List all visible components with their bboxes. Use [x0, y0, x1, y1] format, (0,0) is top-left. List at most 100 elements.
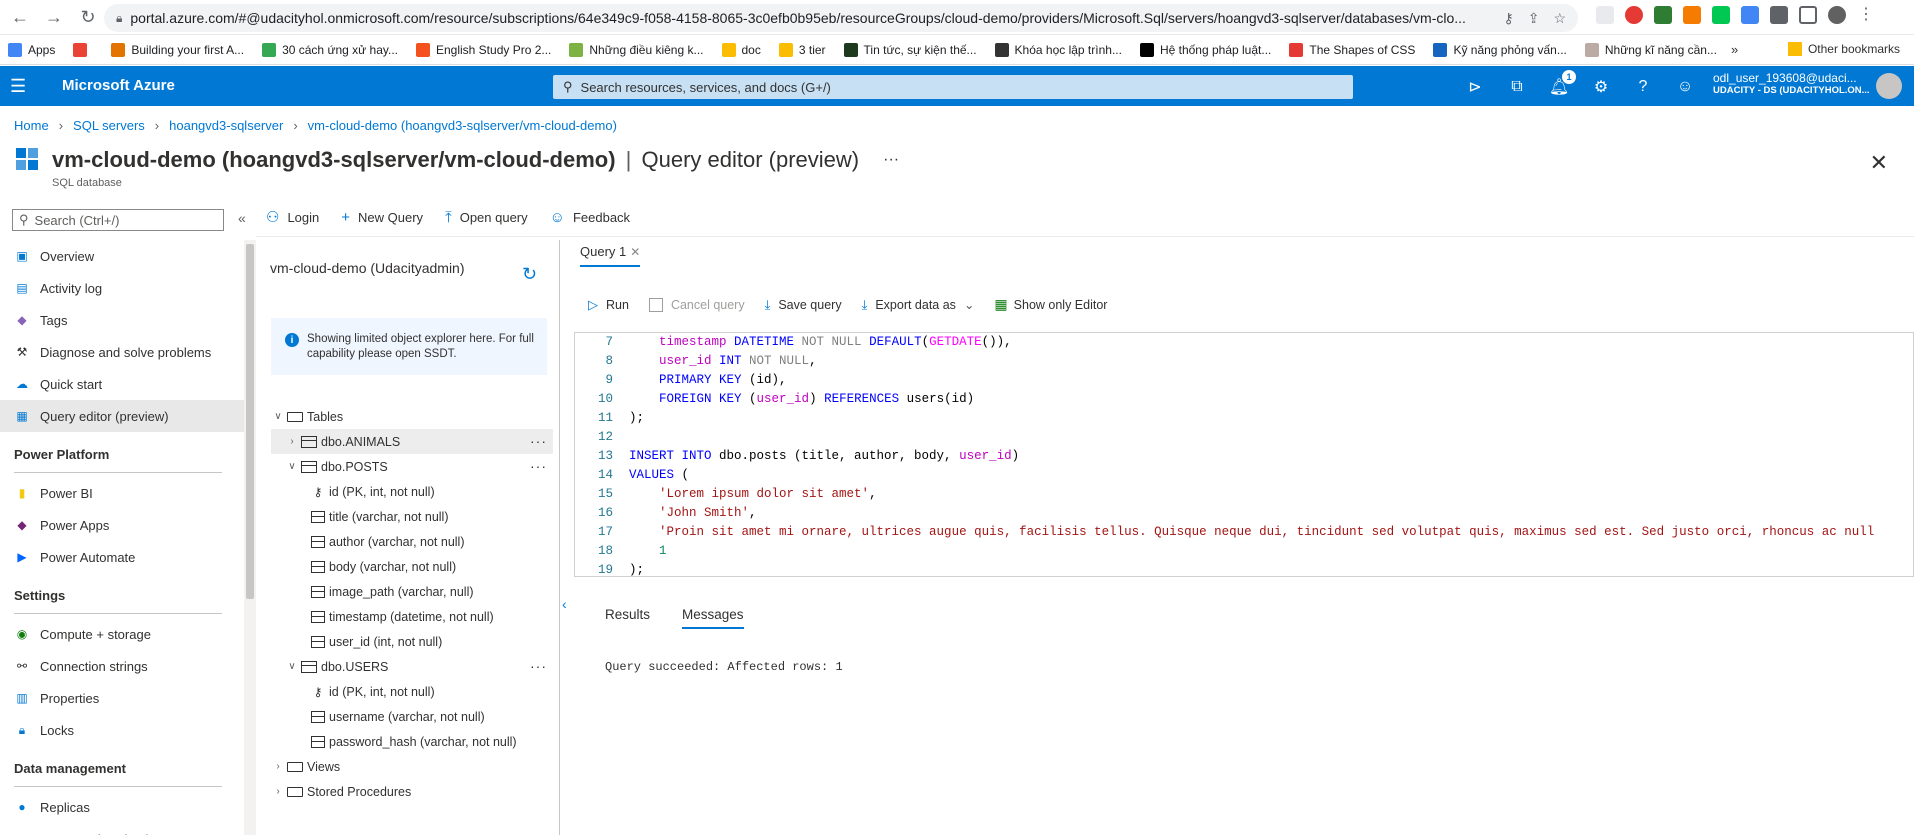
chevron-right-icon[interactable]: ›	[285, 436, 299, 447]
help-icon[interactable]: ?	[1632, 76, 1654, 98]
login-button[interactable]: ⚇ Login	[266, 208, 319, 226]
global-search-input[interactable]: ⚲ Search resources, services, and docs (…	[553, 75, 1353, 99]
new-query-button[interactable]: + New Query	[341, 208, 423, 226]
export-data-button[interactable]: ⤓ Export data as ⌄	[862, 296, 975, 313]
sidebar-item-locks[interactable]: 🔒︎ Locks	[0, 714, 244, 746]
breadcrumb-link[interactable]: vm-cloud-demo (hoangvd3-sqlserver/vm-clo…	[308, 118, 617, 133]
feedback-icon[interactable]: ☺	[1674, 76, 1696, 98]
tree-column[interactable]: ⚷ id (PK, int, not null)	[271, 679, 553, 704]
sidebar-item-power-apps[interactable]: ◆ Power Apps	[0, 509, 244, 541]
metamask-icon[interactable]	[1683, 6, 1701, 24]
resource-menu-scrollbar[interactable]	[244, 240, 256, 835]
tree-column[interactable]: body (varchar, not null)	[271, 554, 553, 579]
tab-messages[interactable]: Messages	[682, 607, 744, 629]
bookmark-item[interactable]: 30 cách ứng xử hay...	[262, 42, 398, 57]
sidebar-item-connection-strings[interactable]: ⚯ Connection strings	[0, 650, 244, 682]
directory-filter-icon[interactable]: ⧉	[1506, 76, 1528, 98]
sidebar-item-properties[interactable]: ▥ Properties	[0, 682, 244, 714]
bookmark-item[interactable]: Tin tức, sự kiện thế...	[843, 42, 977, 57]
tree-column[interactable]: user_id (int, not null)	[271, 629, 553, 654]
settings-icon[interactable]: ⚙	[1590, 76, 1612, 98]
show-only-editor-button[interactable]: ▦ Show only Editor	[994, 296, 1107, 313]
notifications-icon[interactable]: 🔔︎ 1	[1548, 70, 1576, 98]
other-bookmarks[interactable]: Other bookmarks	[1787, 42, 1900, 56]
extension-icon[interactable]	[1712, 6, 1730, 24]
refresh-icon[interactable]: ↻	[522, 264, 537, 285]
account-menu[interactable]: odl_user_193608@udaci... UDACITY - DS (U…	[1713, 71, 1870, 96]
tree-column[interactable]: title (varchar, not null)	[271, 504, 553, 529]
sidebar-item-activity-log[interactable]: ▤ Activity log	[0, 272, 244, 304]
bookmark-item[interactable]: Hệ thống pháp luật...	[1139, 42, 1271, 57]
profile-icon[interactable]	[1828, 6, 1846, 24]
extension-icon[interactable]	[1654, 6, 1672, 24]
star-icon[interactable]: ☆	[1553, 10, 1566, 27]
bookmark-item[interactable]: Những điều kiêng k...	[569, 42, 704, 57]
code-editor[interactable]: 7 timestamp DATETIME NOT NULL DEFAULT(GE…	[574, 332, 1914, 577]
tree-column[interactable]: image_path (varchar, null)	[271, 579, 553, 604]
bookmark-item[interactable]: Những kĩ năng cần...	[1584, 42, 1717, 57]
sidebar-item-tags[interactable]: ◆ Tags	[0, 304, 244, 336]
sidebar-icon[interactable]	[1799, 6, 1817, 24]
bookmark-item[interactable]: 3 tier	[778, 42, 826, 57]
puzzle-icon[interactable]	[1770, 6, 1788, 24]
back-icon[interactable]: ←	[6, 3, 34, 31]
chevron-right-icon[interactable]: ›	[271, 786, 285, 797]
sidebar-item-query-editor-preview-[interactable]: ▦ Query editor (preview)	[0, 400, 244, 432]
collapse-explorer-icon[interactable]: ‹	[562, 596, 567, 612]
more-icon[interactable]: ···	[530, 458, 547, 474]
tab-results[interactable]: Results	[605, 607, 650, 629]
sidebar-item-sync-to-other-databases[interactable]: ⟳ Sync to other databases	[0, 823, 244, 835]
avatar[interactable]	[1876, 73, 1902, 99]
bookmark-item[interactable]: Khóa học lập trình...	[994, 42, 1122, 57]
chevron-down-icon[interactable]: ∨	[271, 411, 285, 422]
sidebar-item-diagnose-and-solve-problems[interactable]: ⚒ Diagnose and solve problems	[0, 336, 244, 368]
bookmark-item[interactable]: Building your first A...	[111, 42, 244, 57]
bookmark-item[interactable]: English Study Pro 2...	[415, 42, 551, 57]
tree-table[interactable]: ∨ dbo.USERS ···	[271, 654, 553, 679]
sidebar-item-replicas[interactable]: ● Replicas	[0, 791, 244, 823]
more-icon[interactable]: ···	[530, 658, 547, 674]
sidebar-item-quick-start[interactable]: ☁ Quick start	[0, 368, 244, 400]
tree-folder[interactable]: › Stored Procedures	[271, 779, 553, 804]
chevron-down-icon[interactable]: ∨	[285, 661, 299, 672]
bookmark-item[interactable]: Kỹ năng phỏng vấn...	[1433, 42, 1567, 57]
tree-table[interactable]: › dbo.ANIMALS ···	[271, 429, 553, 454]
tree-column[interactable]: password_hash (varchar, not null)	[271, 729, 553, 754]
tree-column[interactable]: ⚷ id (PK, int, not null)	[271, 479, 553, 504]
collapse-menu-button[interactable]: «	[238, 210, 246, 226]
sidebar-item-compute-storage[interactable]: ◉ Compute + storage	[0, 618, 244, 650]
tree-folder[interactable]: ∨ Tables	[271, 404, 553, 429]
close-tab-icon[interactable]: ✕	[630, 245, 640, 259]
run-button[interactable]: ▷ Run	[588, 296, 629, 313]
chevron-right-icon[interactable]: ›	[271, 761, 285, 772]
tab-query-1[interactable]: Query 1 ✕	[580, 244, 641, 267]
address-bar[interactable]: 🔒︎ portal.azure.com/#@udacityhol.onmicro…	[104, 4, 1578, 32]
bookmark-item[interactable]: Apps	[8, 42, 55, 57]
breadcrumb-link[interactable]: hoangvd3-sqlserver	[169, 118, 283, 133]
forward-icon[interactable]: →	[40, 3, 68, 31]
cloud-shell-icon[interactable]: ⊳	[1464, 76, 1486, 98]
tree-column[interactable]: username (varchar, not null)	[271, 704, 553, 729]
tree-table[interactable]: ∨ dbo.POSTS ···	[271, 454, 553, 479]
sidebar-item-overview[interactable]: ▣ Overview	[0, 240, 244, 272]
bookmark-item[interactable]	[73, 42, 93, 57]
chevron-down-icon[interactable]: ∨	[285, 461, 299, 472]
open-query-button[interactable]: ⤒ Open query	[445, 208, 528, 226]
breadcrumb-link[interactable]: Home	[14, 118, 49, 133]
menu-icon[interactable]: ⋮	[1857, 6, 1875, 24]
tree-folder[interactable]: › Views	[271, 754, 553, 779]
close-blade-button[interactable]: ✕	[1870, 150, 1888, 176]
resource-menu-search-input[interactable]: ⚲ Search (Ctrl+/)	[12, 209, 224, 231]
share-icon[interactable]: ⇪	[1528, 10, 1540, 27]
feedback-button[interactable]: ☺ Feedback	[550, 208, 630, 226]
sidebar-item-power-bi[interactable]: ▮ Power BI	[0, 477, 244, 509]
bookmark-item[interactable]: doc	[721, 42, 761, 57]
key-icon[interactable]: ⚷	[1503, 10, 1513, 27]
azure-brand[interactable]: Microsoft Azure	[62, 77, 175, 94]
sidebar-item-power-automate[interactable]: ▶ Power Automate	[0, 541, 244, 573]
adblock-icon[interactable]	[1625, 6, 1643, 24]
bookmark-item[interactable]: The Shapes of CSS	[1289, 42, 1415, 57]
breadcrumb-link[interactable]: SQL servers	[73, 118, 145, 133]
tree-column[interactable]: author (varchar, not null)	[271, 529, 553, 554]
more-icon[interactable]: ···	[883, 151, 899, 169]
